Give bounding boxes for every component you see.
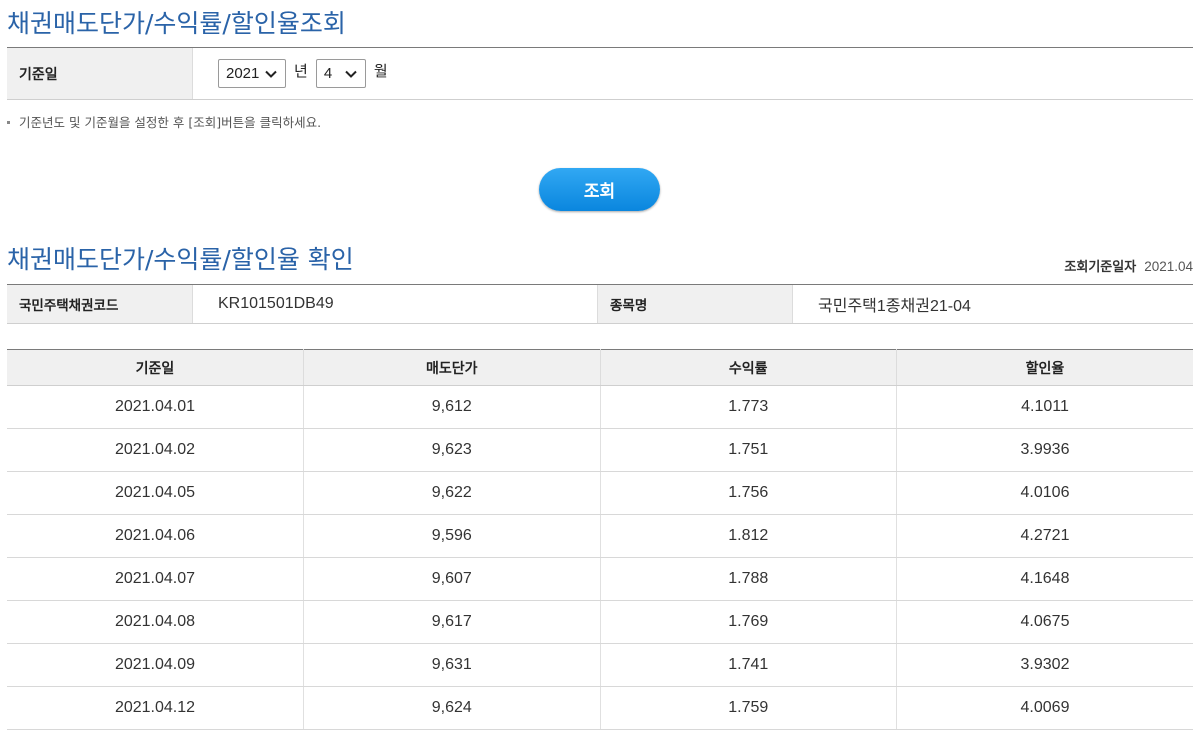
table-row: 2021.04.09 9,631 1.741 3.9302 <box>7 643 1193 687</box>
month-value: 4 <box>323 65 333 82</box>
bond-code-value: KR101501DB49 <box>193 285 598 323</box>
base-date-label: 기준일 <box>7 48 193 99</box>
column-header-yield: 수익률 <box>600 349 897 386</box>
cell-date: 2021.04.07 <box>7 557 304 601</box>
cell-date: 2021.04.12 <box>7 686 304 730</box>
cell-yield: 1.769 <box>600 600 897 644</box>
table-header-row: 기준일 매도단가 수익률 할인율 <box>7 349 1193 386</box>
instruction-note: 기준년도 및 기준월을 설정한 후 [조회]버튼을 클릭하세요. <box>7 112 321 131</box>
cell-yield: 1.741 <box>600 643 897 687</box>
cell-price: 9,612 <box>303 385 601 429</box>
price-yield-table: 기준일 매도단가 수익률 할인율 2021.04.01 9,612 1.773 … <box>7 349 1193 730</box>
cell-discount: 4.1011 <box>896 385 1193 429</box>
bond-info-table: 국민주택채권코드 KR101501DB49 종목명 국민주택1종채권21-04 <box>7 284 1193 324</box>
reference-date: 조회기준일자 2021.04 <box>1064 256 1193 275</box>
table-row: 2021.04.05 9,622 1.756 4.0106 <box>7 471 1193 515</box>
table-row: 2021.04.01 9,612 1.773 4.1011 <box>7 385 1193 429</box>
cell-price: 9,607 <box>303 557 601 601</box>
cell-price: 9,596 <box>303 514 601 558</box>
month-unit: 월 <box>373 62 388 80</box>
cell-price: 9,631 <box>303 643 601 687</box>
cell-discount: 4.0069 <box>896 686 1193 730</box>
table-row: 2021.04.12 9,624 1.759 4.0069 <box>7 686 1193 730</box>
month-select[interactable]: 4 <box>315 59 366 88</box>
table-row: 2021.04.08 9,617 1.769 4.0675 <box>7 600 1193 644</box>
year-select[interactable]: 2021 <box>218 59 286 88</box>
cell-discount: 4.0106 <box>896 471 1193 515</box>
cell-discount: 3.9936 <box>896 428 1193 472</box>
cell-discount: 4.1648 <box>896 557 1193 601</box>
cell-price: 9,623 <box>303 428 601 472</box>
table-row: 2021.04.06 9,596 1.812 4.2721 <box>7 514 1193 558</box>
base-date-controls: 2021 년 4 월 <box>193 48 396 99</box>
cell-discount: 4.2721 <box>896 514 1193 558</box>
cell-date: 2021.04.08 <box>7 600 304 644</box>
cell-discount: 3.9302 <box>896 643 1193 687</box>
chevron-down-icon <box>265 70 277 78</box>
cell-yield: 1.751 <box>600 428 897 472</box>
bullet-icon <box>7 121 10 124</box>
year-value: 2021 <box>226 65 260 82</box>
cell-yield: 1.773 <box>600 385 897 429</box>
page-title: 채권매도단가/수익률/할인율조회 <box>7 9 346 38</box>
lookup-form: 기준일 2021 년 4 월 <box>7 47 1193 100</box>
result-title: 채권매도단가/수익률/할인율 확인 <box>7 245 354 274</box>
reference-date-label: 조회기준일자 <box>1064 260 1137 275</box>
table-row: 2021.04.02 9,623 1.751 3.9936 <box>7 428 1193 472</box>
cell-price: 9,617 <box>303 600 601 644</box>
cell-price: 9,624 <box>303 686 601 730</box>
cell-date: 2021.04.05 <box>7 471 304 515</box>
cell-price: 9,622 <box>303 471 601 515</box>
reference-date-value: 2021.04 <box>1144 259 1193 274</box>
item-name-value: 국민주택1종채권21-04 <box>818 298 971 315</box>
cell-yield: 1.812 <box>600 514 897 558</box>
column-header-date: 기준일 <box>7 349 304 386</box>
cell-date: 2021.04.09 <box>7 643 304 687</box>
chevron-down-icon <box>345 70 357 78</box>
cell-discount: 4.0675 <box>896 600 1193 644</box>
bond-code-label: 국민주택채권코드 <box>7 285 193 323</box>
search-button[interactable]: 조회 <box>539 168 660 211</box>
column-header-price: 매도단가 <box>303 349 601 386</box>
year-unit: 년 <box>294 62 308 80</box>
table-row: 2021.04.07 9,607 1.788 4.1648 <box>7 557 1193 601</box>
cell-date: 2021.04.02 <box>7 428 304 472</box>
instruction-text: 기준년도 및 기준월을 설정한 후 [조회]버튼을 클릭하세요. <box>19 115 322 130</box>
column-header-discount: 할인율 <box>896 349 1193 386</box>
item-name-label: 종목명 <box>598 285 793 323</box>
cell-date: 2021.04.06 <box>7 514 304 558</box>
cell-yield: 1.788 <box>600 557 897 601</box>
cell-yield: 1.756 <box>600 471 897 515</box>
cell-date: 2021.04.01 <box>7 385 304 429</box>
cell-yield: 1.759 <box>600 686 897 730</box>
